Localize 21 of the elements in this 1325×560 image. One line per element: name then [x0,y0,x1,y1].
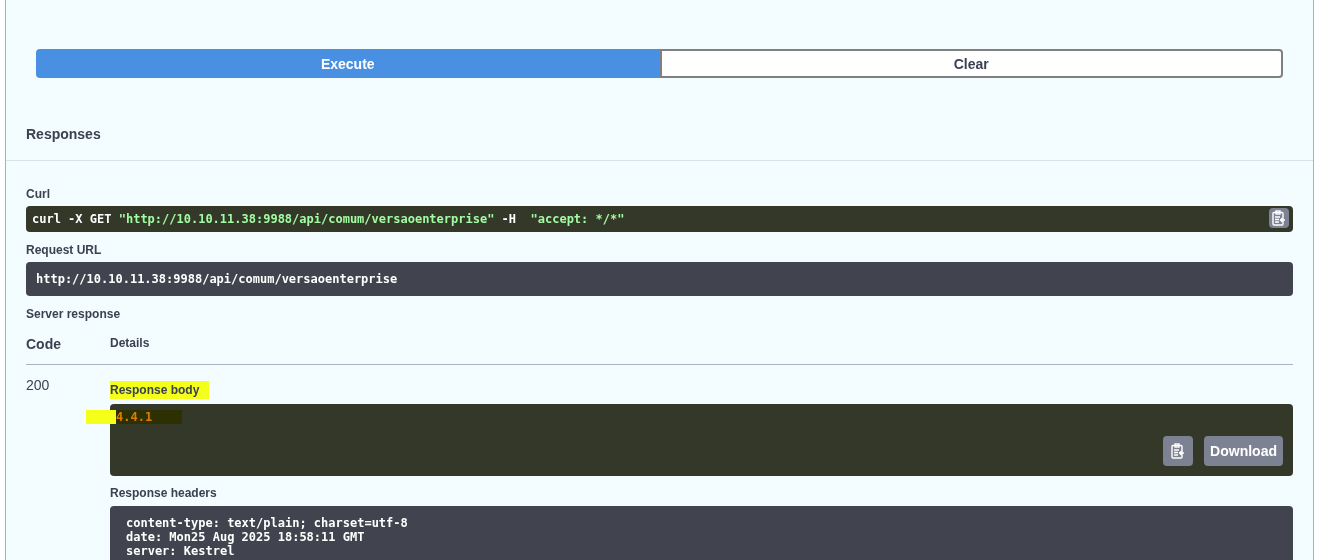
clear-button[interactable]: Clear [659,49,1283,78]
copy-button[interactable] [1163,436,1193,466]
header-line: content-type: text/plain; charset=utf-8 [126,516,409,530]
copy-button[interactable] [1269,208,1289,228]
column-header: Details [110,336,151,352]
download-button[interactable]: Download [1204,436,1283,466]
request-url-value: http://10.10.11.38:9988/api/comum/versaoenterprise [26,262,1293,296]
curl-label: Curl [26,187,51,201]
server-response-label: Server response [26,307,122,321]
curl-command: curl -X GET "http://10.10.11.38:9988/api/comum/versaoenterprise" -H "accept: */*" [26,206,1293,232]
header-line: server: Kestrel [126,544,236,558]
status-code: 200 [26,376,51,395]
response-headers-label: Response headers [110,486,218,500]
clipboard-icon [1272,210,1286,226]
response-body-label: Response body [110,381,210,399]
responses-heading: Responses [26,126,101,142]
request-url-label: Request URL [26,243,103,257]
header-line: date: Mon25 Aug 2025 18:58:11 GMT [126,530,366,544]
clipboard-icon [1171,443,1185,459]
execute-button[interactable]: Execute [36,49,660,78]
column-header: Code [26,336,62,352]
